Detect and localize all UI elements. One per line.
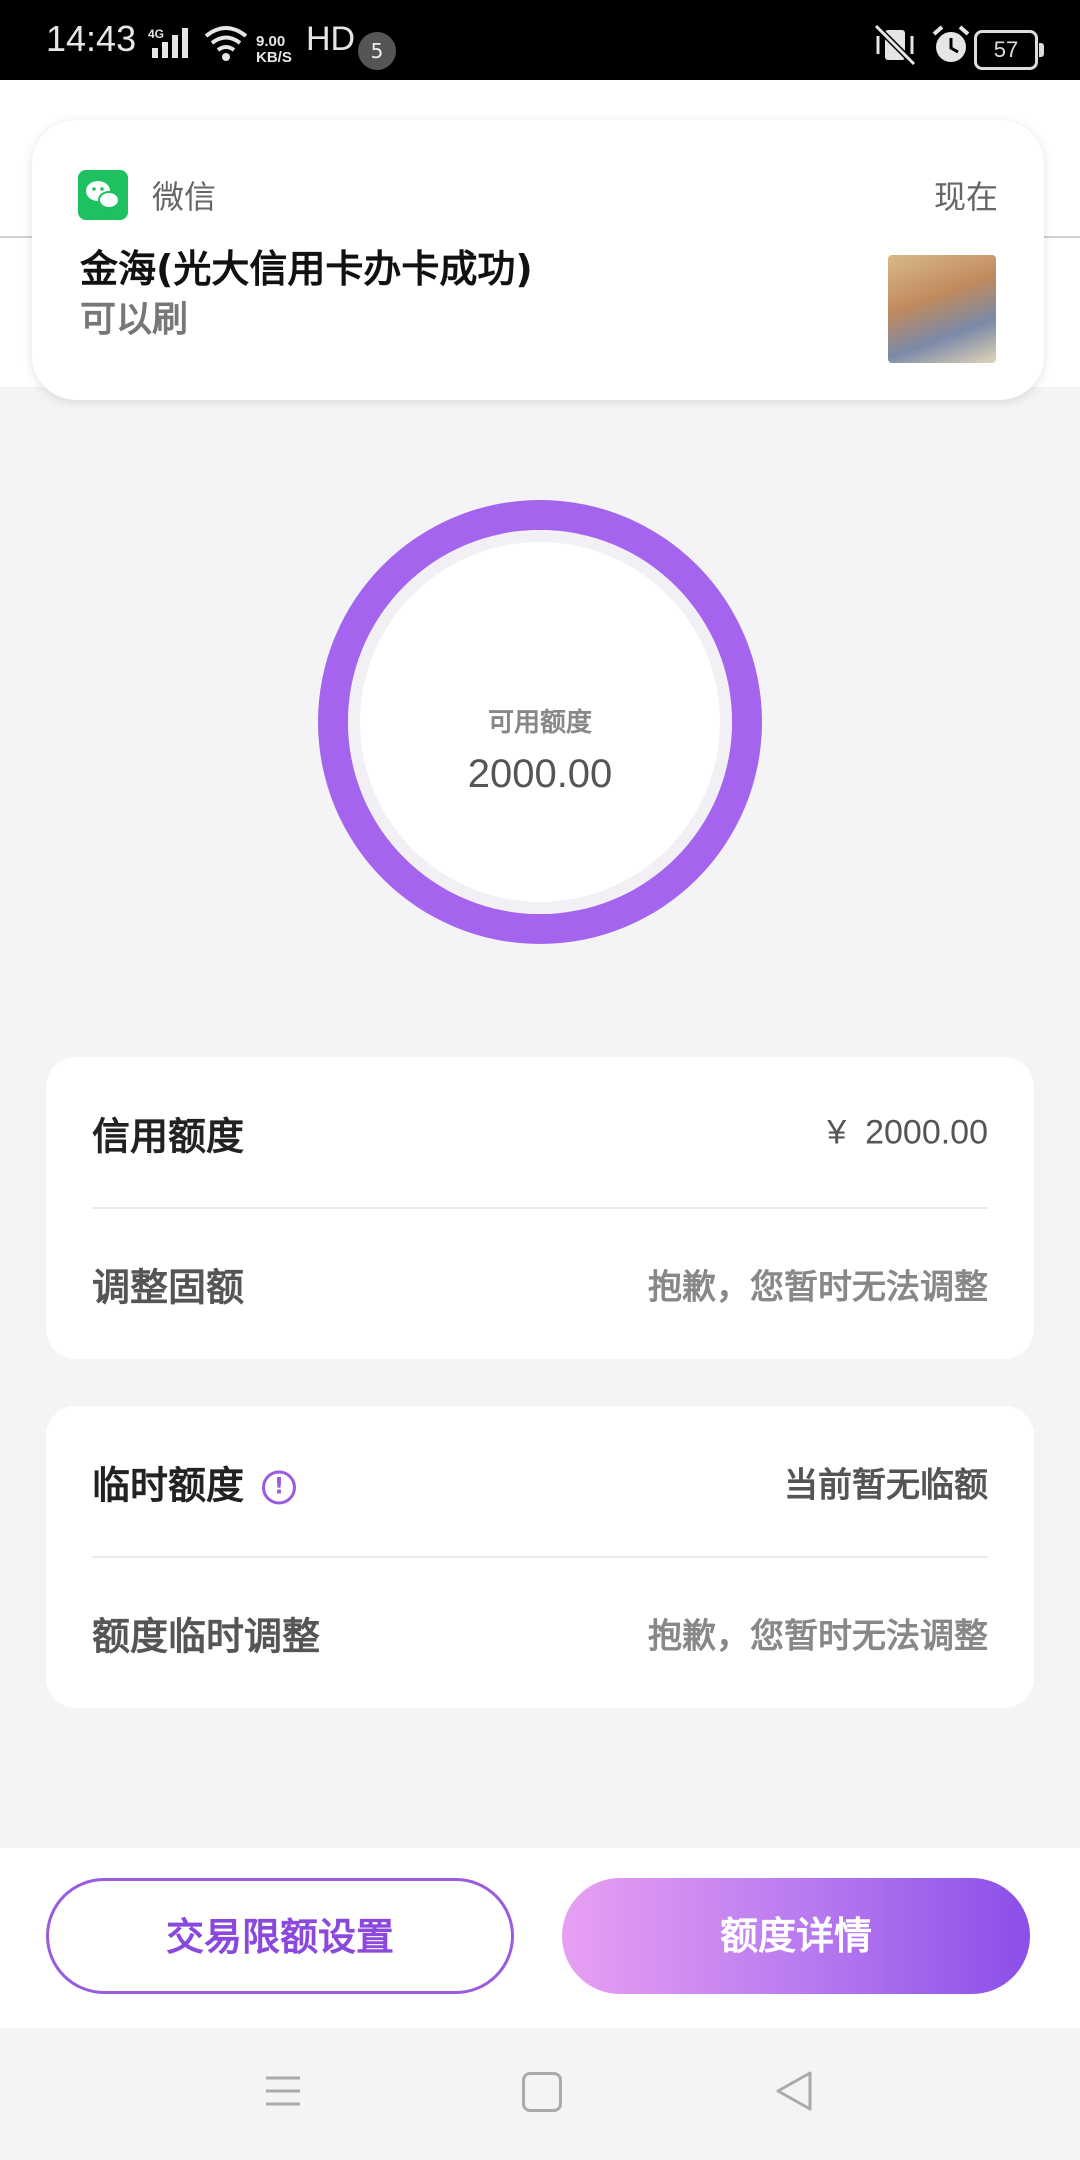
signal-icon: 4G <box>148 27 188 58</box>
battery-icon: 57 <box>974 30 1044 70</box>
credit-limit-row: 信用额度 ¥ 2000.00 <box>92 1057 988 1208</box>
vibrate-mute-icon <box>873 23 917 67</box>
adjust-fixed-limit-label: 调整固额 <box>92 1265 245 1309</box>
system-nav-bar <box>0 2028 1080 2160</box>
credit-limit-amount: ¥ 2000.00 <box>827 1113 988 1151</box>
notification-count-badge: 5 <box>358 32 396 70</box>
wechat-notification[interactable]: 微信 现在 金海(光大信用卡办卡成功) 可以刷 <box>32 120 1044 400</box>
adjust-fixed-limit-row[interactable]: 调整固额 抱歉，您暂时无法调整 <box>92 1208 988 1359</box>
limit-details-button[interactable]: 额度详情 <box>562 1878 1030 1994</box>
wechat-icon <box>78 170 128 220</box>
alarm-icon <box>932 25 970 62</box>
temporary-limit-card: 临时额度! 当前暂无临额 额度临时调整 抱歉，您暂时无法调整 <box>46 1406 1034 1708</box>
notification-thumbnail <box>888 255 996 363</box>
adjust-fixed-limit-status: 抱歉，您暂时无法调整 <box>648 1267 988 1307</box>
bottom-action-bar: 交易限额设置 额度详情 <box>0 1848 1080 2028</box>
credit-limit-label: 信用额度 <box>92 1114 245 1158</box>
back-icon[interactable] <box>774 2070 814 2112</box>
network-speed: 9.00 KB/S <box>256 33 292 66</box>
status-time: 14:43 <box>46 18 137 59</box>
temporary-adjust-status: 抱歉，您暂时无法调整 <box>648 1616 988 1656</box>
available-credit-ring: 可用额度 2000.00 <box>318 500 762 944</box>
notification-time: 现在 <box>933 178 998 216</box>
home-icon[interactable] <box>522 2072 562 2112</box>
hd-indicator: HD <box>306 20 356 58</box>
temporary-limit-status: 当前暂无临额 <box>784 1465 988 1505</box>
available-credit-value: 2000.00 <box>467 752 613 796</box>
ring-center: 可用额度 2000.00 <box>348 530 732 914</box>
notification-app-name: 微信 <box>152 178 217 216</box>
info-icon[interactable]: ! <box>262 1470 297 1505</box>
menu-icon[interactable] <box>264 2074 302 2108</box>
temporary-limit-label-wrap: 临时额度! <box>92 1454 297 1509</box>
svg-text:4G: 4G <box>148 27 164 41</box>
transaction-limit-settings-button[interactable]: 交易限额设置 <box>46 1878 514 1994</box>
temporary-limit-label: 临时额度 <box>92 1463 245 1507</box>
notification-body: 可以刷 <box>80 299 189 340</box>
status-bar: 14:43 4G 9.00 KB/S HD 5 57 <box>0 0 1080 80</box>
credit-limit-card: 信用额度 ¥ 2000.00 调整固额 抱歉，您暂时无法调整 <box>46 1057 1034 1359</box>
available-credit-label: 可用额度 <box>487 708 592 738</box>
temporary-adjust-label: 额度临时调整 <box>92 1614 321 1658</box>
temporary-limit-row: 临时额度! 当前暂无临额 <box>92 1406 988 1557</box>
temporary-adjust-row[interactable]: 额度临时调整 抱歉，您暂时无法调整 <box>92 1557 988 1708</box>
wifi-icon <box>204 26 248 61</box>
notification-title: 金海(光大信用卡办卡成功) <box>80 247 533 291</box>
